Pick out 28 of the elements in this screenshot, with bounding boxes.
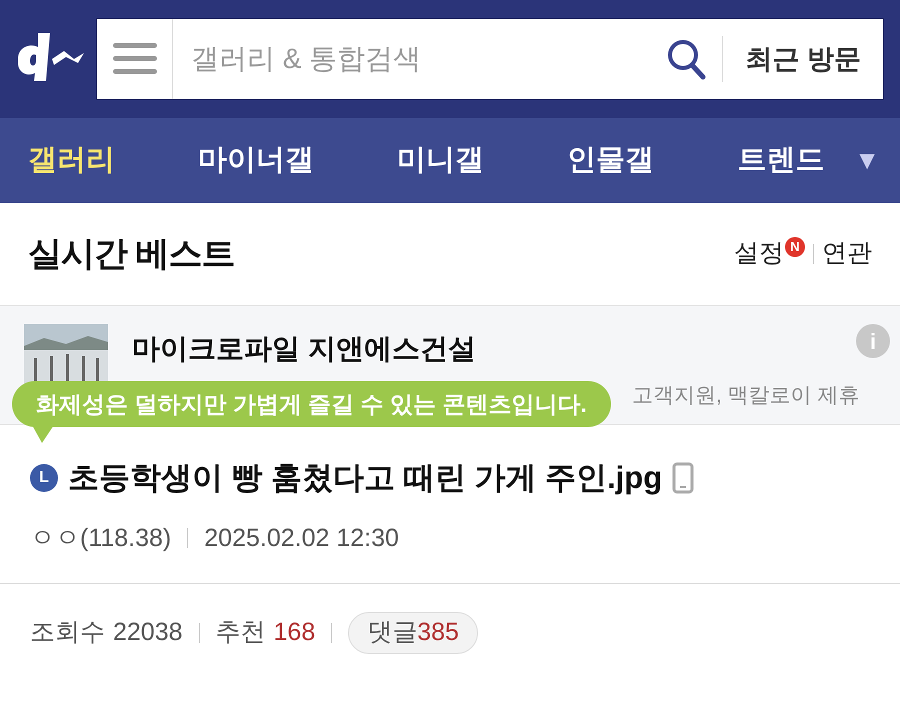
more-menu-button[interactable]: ▼ xyxy=(854,141,880,180)
search-icon xyxy=(666,37,706,81)
tooltip-tail xyxy=(32,425,54,443)
new-badge: N xyxy=(785,237,805,257)
recent-visits-button[interactable]: 최근 방문 xyxy=(723,38,883,80)
related-link[interactable]: 연관 xyxy=(822,235,872,273)
post-date: 2025.02.02 12:30 xyxy=(204,522,399,554)
search-bar[interactable]: 갤러리 & 통합검색 최근 방문 xyxy=(96,18,884,100)
post-author: ㅇㅇ(118.38) xyxy=(30,522,172,554)
nav-tab[interactable]: 인물갤 xyxy=(567,138,654,182)
recommend-count: 168 xyxy=(274,617,316,648)
nav-tab[interactable]: 마이너갤 xyxy=(198,138,314,182)
nav-tab[interactable]: 미니갤 xyxy=(397,138,484,182)
nav-tab[interactable]: 트렌드 xyxy=(737,138,824,182)
views-count: 22038 xyxy=(113,617,183,648)
views-label: 조회수 xyxy=(30,617,105,648)
post-title[interactable]: 초등학생이 빵 훔쳤다고 때린 가게 주인.jpg xyxy=(68,455,662,502)
comments-button[interactable]: 댓글385 xyxy=(348,612,478,654)
menu-icon xyxy=(112,43,156,75)
level-badge: L xyxy=(30,464,58,492)
ad-title: 마이크로파일 지앤에스건설 xyxy=(132,332,477,366)
ad-description: 고객지원, 맥칼로이 제휴 xyxy=(632,383,860,409)
recommend-label: 추천 xyxy=(216,617,266,648)
section-title: 실시간 베스트 xyxy=(28,234,234,274)
nav-tab[interactable]: 갤러리 xyxy=(28,138,115,182)
settings-link[interactable]: 설정 xyxy=(734,235,784,273)
tooltip: 화제성은 덜하지만 가볍게 즐길 수 있는 콘텐츠입니다. xyxy=(12,381,611,427)
search-field[interactable]: 갤러리 & 통합검색 xyxy=(173,19,650,99)
